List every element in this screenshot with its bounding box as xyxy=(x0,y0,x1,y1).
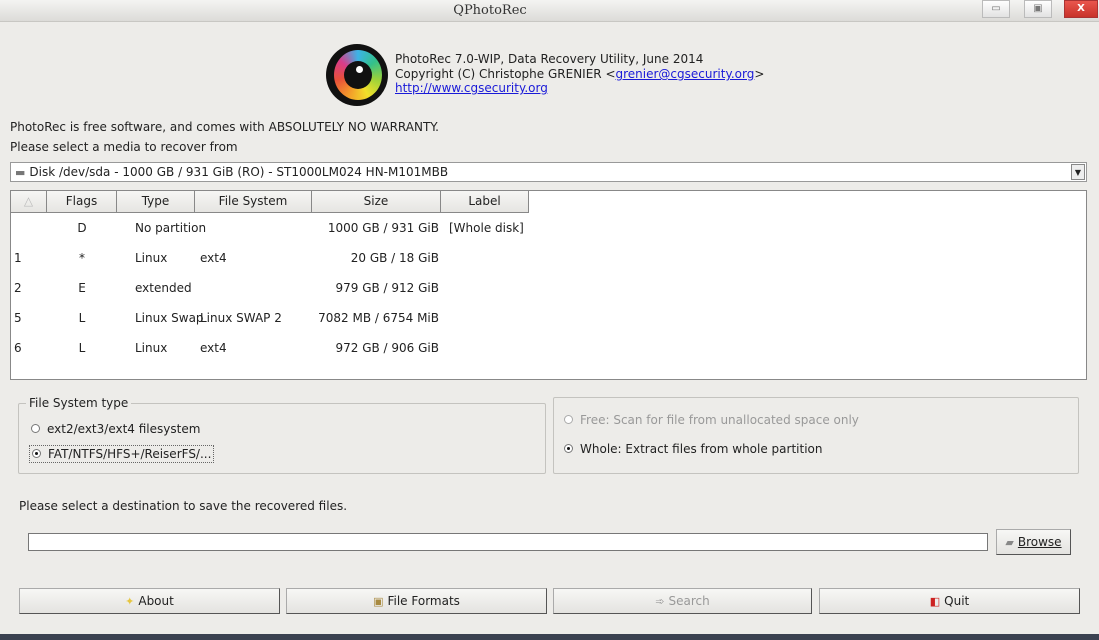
close-button[interactable]: X xyxy=(1064,0,1098,18)
destination-input[interactable] xyxy=(28,533,988,551)
cell-flags: E xyxy=(78,281,86,295)
exit-door-icon: ◧ xyxy=(929,595,941,608)
column-header-file-system[interactable]: File System xyxy=(195,191,312,213)
radio-label: FAT/NTFS/HFS+/ReiserFS/... xyxy=(48,447,212,461)
radio-free-scan[interactable]: Free: Scan for file from unallocated spa… xyxy=(564,413,859,427)
table-row[interactable]: 5 L Linux Swap Linux SWAP 2 7082 MB / 6754 M… xyxy=(11,308,1086,328)
file-system-type-group: File System type ext2/ext3/ext4 filesyst… xyxy=(18,396,546,474)
quit-label: Quit xyxy=(944,594,970,608)
cell-type: Linux Swap xyxy=(135,311,204,325)
cell-flags: D xyxy=(77,221,87,235)
cell-num: 6 xyxy=(14,341,22,355)
column-header-flags[interactable]: Flags xyxy=(47,191,117,213)
select-media-label: Please select a media to recover from xyxy=(10,140,238,154)
website-link[interactable]: http://www.cgsecurity.org xyxy=(395,81,548,96)
table-row[interactable]: D No partition 1000 GB / 931 GiB [Whole dis… xyxy=(11,218,1086,238)
cell-size: 979 GB / 912 GiB xyxy=(335,281,439,295)
group-title: File System type xyxy=(26,396,132,410)
cell-num: 1 xyxy=(14,251,22,265)
partition-table[interactable]: △ Flags Type File System Size Label D No … xyxy=(10,190,1087,380)
cell-size: 20 GB / 18 GiB xyxy=(350,251,439,265)
radio-label: Whole: Extract files from whole partitio… xyxy=(580,442,823,456)
taskbar-edge xyxy=(0,634,1099,640)
about-button[interactable]: ✦ About xyxy=(19,588,280,614)
browse-button[interactable]: ▰ Browse xyxy=(996,529,1071,555)
table-row[interactable]: 1 * Linux ext4 20 GB / 18 GiB xyxy=(11,248,1086,268)
radio-indicator xyxy=(564,444,573,453)
warranty-text: PhotoRec is free software, and comes wit… xyxy=(10,120,439,134)
cell-size: 972 GB / 906 GiB xyxy=(335,341,439,355)
media-select[interactable]: ▬ Disk /dev/sda - 1000 GB / 931 GiB (RO) … xyxy=(10,162,1087,182)
radio-fat-ntfs[interactable]: FAT/NTFS/HFS+/ReiserFS/... xyxy=(29,445,215,463)
arrow-right-icon: ➾ xyxy=(655,595,665,608)
radio-label: ext2/ext3/ext4 filesystem xyxy=(47,422,201,436)
scan-mode-group: Free: Scan for file from unallocated spa… xyxy=(553,397,1079,474)
file-formats-label: File Formats xyxy=(387,594,460,608)
cell-flags: * xyxy=(79,251,85,265)
cell-flags: L xyxy=(78,341,86,355)
media-select-value: Disk /dev/sda - 1000 GB / 931 GiB (RO) -… xyxy=(29,165,449,179)
maximize-button[interactable]: ▣ xyxy=(1024,0,1052,18)
about-label: About xyxy=(138,594,174,608)
cell-fs: Linux SWAP 2 xyxy=(200,311,282,325)
cell-fs: ext4 xyxy=(200,251,227,265)
cell-size: 1000 GB / 931 GiB xyxy=(327,221,439,235)
radio-indicator xyxy=(31,424,40,433)
column-header-type[interactable]: Type xyxy=(117,191,195,213)
cell-type: extended xyxy=(135,281,192,295)
sort-column-header[interactable]: △ xyxy=(11,191,47,213)
version-text: PhotoRec 7.0-WIP, Data Recovery Utility,… xyxy=(395,52,704,66)
cell-flags: L xyxy=(78,311,86,325)
cell-num: 5 xyxy=(14,311,22,325)
radio-indicator xyxy=(564,415,573,424)
search-button[interactable]: ➾ Search xyxy=(553,588,812,614)
cell-type: No partition xyxy=(135,221,207,235)
radio-label: Free: Scan for file from unallocated spa… xyxy=(580,413,859,427)
copyright-prefix: Copyright (C) Christophe GRENIER < xyxy=(395,67,616,81)
image-icon: ▣ xyxy=(373,595,384,608)
copyright-suffix: > xyxy=(754,67,765,81)
destination-prompt: Please select a destination to save the … xyxy=(19,499,348,513)
file-formats-button[interactable]: ▣ File Formats xyxy=(286,588,547,614)
minimize-button[interactable]: ▭ xyxy=(982,0,1010,18)
window-title: QPhotoRec xyxy=(453,3,527,18)
cell-fs: ext4 xyxy=(200,341,227,355)
email-link[interactable]: grenier@cgsecurity.org xyxy=(616,67,755,81)
radio-whole-scan[interactable]: Whole: Extract files from whole partitio… xyxy=(564,442,822,456)
quit-button[interactable]: ◧ Quit xyxy=(819,588,1080,614)
cell-num: 2 xyxy=(14,281,22,295)
radio-indicator xyxy=(32,449,41,458)
radio-ext-filesystem[interactable]: ext2/ext3/ext4 filesystem xyxy=(31,422,200,436)
table-row[interactable]: 6 L Linux ext4 972 GB / 906 GiB xyxy=(11,338,1086,358)
chevron-down-icon[interactable]: ▼ xyxy=(1071,164,1085,180)
cell-label: [Whole disk] xyxy=(449,221,524,235)
copyright-text: Copyright (C) Christophe GRENIER <grenie… xyxy=(395,67,764,82)
cell-type: Linux xyxy=(135,251,168,265)
browse-label: Browse xyxy=(1017,535,1062,549)
folder-icon: ▰ xyxy=(1005,536,1014,549)
photorec-logo xyxy=(326,44,388,106)
star-icon: ✦ xyxy=(125,595,135,608)
column-header-size[interactable]: Size xyxy=(312,191,441,213)
cell-type: Linux xyxy=(135,341,168,355)
search-label: Search xyxy=(668,594,710,608)
column-header-label[interactable]: Label xyxy=(441,191,529,213)
table-row[interactable]: 2 Eextended 979 GB / 912 GiB xyxy=(11,278,1086,298)
disk-icon: ▬ xyxy=(15,166,26,179)
title-bar: QPhotoRec ▭ ▣ X xyxy=(0,0,1099,22)
cell-size: 7082 MB / 6754 MiB xyxy=(318,311,439,325)
